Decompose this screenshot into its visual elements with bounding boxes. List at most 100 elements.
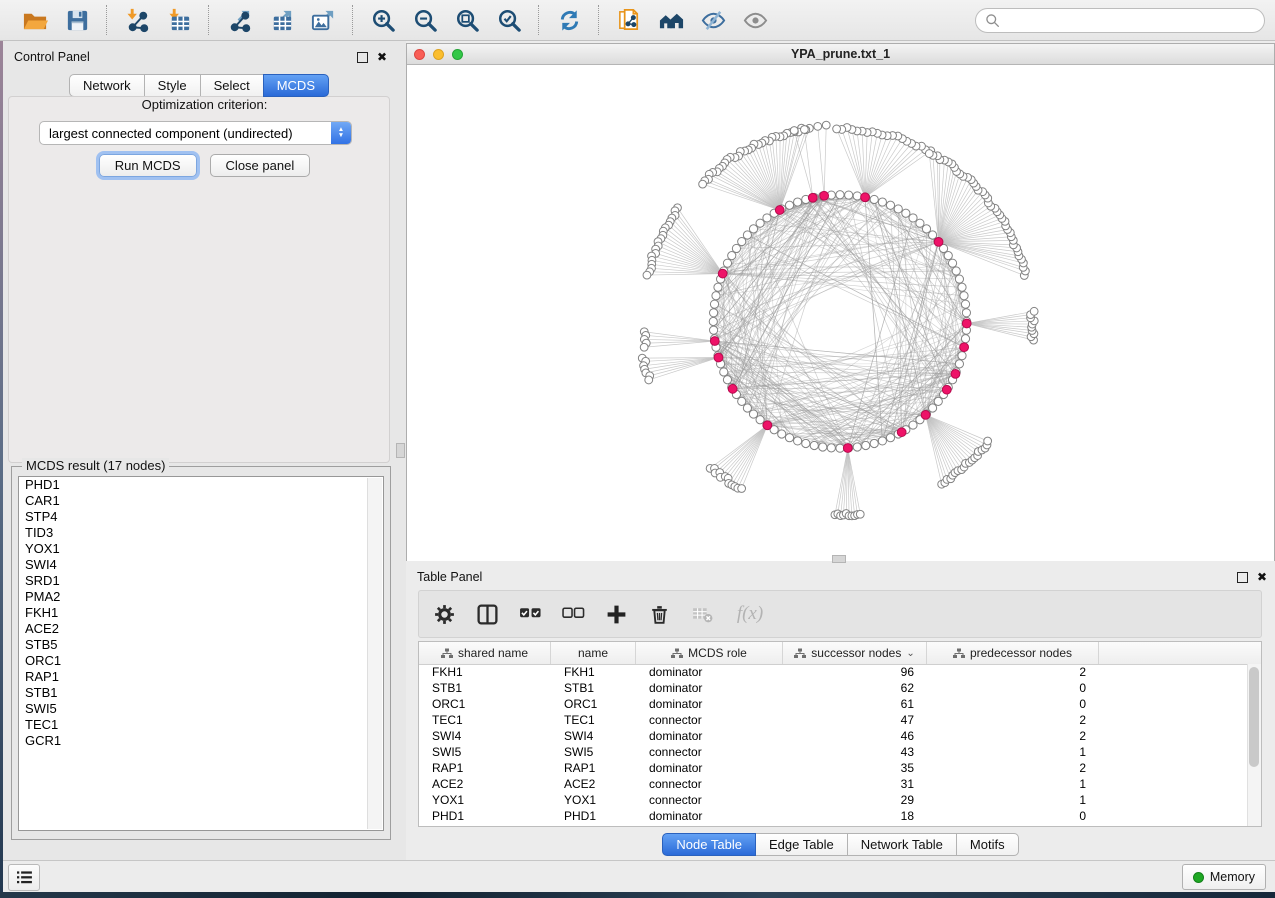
select-all-icon[interactable]	[517, 601, 543, 627]
network-window-title: YPA_prune.txt_1	[407, 47, 1274, 61]
mcds-result-item[interactable]: PMA2	[19, 589, 383, 605]
column-header-MCDS-role[interactable]: MCDS role	[636, 642, 783, 664]
tab-edge-table[interactable]: Edge Table	[755, 833, 848, 856]
column-header-predecessor-nodes[interactable]: predecessor nodes	[927, 642, 1099, 664]
float-icon[interactable]	[357, 52, 368, 63]
node-table-header: shared namenameMCDS rolesuccessor nodes⌄…	[419, 642, 1261, 665]
task-list-icon	[16, 870, 33, 885]
search-input[interactable]	[1006, 12, 1255, 29]
run-mcds-button[interactable]: Run MCDS	[99, 154, 197, 177]
hide-selected-icon[interactable]	[698, 5, 728, 35]
mcds-result-item[interactable]: SWI4	[19, 557, 383, 573]
sort-desc-icon: ⌄	[906, 648, 914, 659]
zoom-out-icon[interactable]	[410, 5, 440, 35]
close-icon[interactable]: ✖	[1257, 572, 1267, 582]
table-cell: TEC1	[551, 713, 636, 729]
column-header-successor-nodes[interactable]: successor nodes⌄	[783, 642, 927, 664]
mcds-result-item[interactable]: PHD1	[19, 477, 383, 493]
add-icon[interactable]	[603, 601, 629, 627]
close-icon[interactable]: ✖	[377, 52, 387, 62]
table-row[interactable]: STB1STB1dominator620	[419, 681, 1261, 697]
list-scrollbar[interactable]	[367, 478, 382, 829]
table-row[interactable]: PHD1PHD1dominator180	[419, 809, 1261, 825]
import-network-icon[interactable]	[122, 5, 152, 35]
mcds-result-item[interactable]: STB5	[19, 637, 383, 653]
apply-layout-icon[interactable]	[554, 5, 584, 35]
save-session-icon[interactable]	[62, 5, 92, 35]
table-row[interactable]: ORC1ORC1dominator610	[419, 697, 1261, 713]
tab-mcds[interactable]: MCDS	[263, 74, 329, 97]
search-box[interactable]	[975, 8, 1265, 33]
mcds-result-item[interactable]: STB1	[19, 685, 383, 701]
column-header-shared-name[interactable]: shared name	[419, 642, 551, 664]
control-panel-header: Control Panel ✖	[3, 47, 395, 67]
table-row[interactable]: RAP1RAP1dominator352	[419, 761, 1261, 777]
memory-button[interactable]: Memory	[1182, 864, 1266, 890]
mcds-result-item[interactable]: TEC1	[19, 717, 383, 733]
mcds-result-item[interactable]: RAP1	[19, 669, 383, 685]
mcds-result-item[interactable]: SWI5	[19, 701, 383, 717]
mcds-result-item[interactable]: SRD1	[19, 573, 383, 589]
show-all-icon[interactable]	[740, 5, 770, 35]
tab-style[interactable]: Style	[144, 74, 201, 97]
export-table-icon[interactable]	[266, 5, 296, 35]
toolbar-group	[10, 5, 102, 35]
deselect-all-icon[interactable]	[560, 601, 586, 627]
mcds-result-item[interactable]: STP4	[19, 509, 383, 525]
node-table[interactable]: shared namenameMCDS rolesuccessor nodes⌄…	[418, 641, 1262, 827]
table-cell: 61	[783, 697, 927, 713]
table-row[interactable]: TEC1TEC1connector472	[419, 713, 1261, 729]
mcds-result-list[interactable]: PHD1CAR1STP4TID3YOX1SWI4SRD1PMA2FKH1ACE2…	[18, 476, 384, 831]
mcds-result-item[interactable]: YOX1	[19, 541, 383, 557]
table-row[interactable]: FKH1FKH1dominator962	[419, 665, 1261, 681]
zoom-in-icon[interactable]	[368, 5, 398, 35]
table-row[interactable]: YOX1YOX1connector291	[419, 793, 1261, 809]
table-cell: 1	[927, 745, 1099, 761]
mcds-tab-content	[8, 96, 390, 463]
mcds-result-item[interactable]: GCR1	[19, 733, 383, 749]
table-scrollbar[interactable]	[1247, 664, 1261, 827]
delete-table-icon	[689, 601, 715, 627]
first-neighbors-icon[interactable]	[656, 5, 686, 35]
task-history-button[interactable]	[8, 864, 40, 891]
memory-status-icon	[1193, 872, 1204, 883]
zoom-selected-icon[interactable]	[494, 5, 524, 35]
export-network-icon[interactable]	[224, 5, 254, 35]
mcds-result-item[interactable]: ORC1	[19, 653, 383, 669]
column-type-icon	[441, 648, 453, 659]
open-folder-icon[interactable]	[20, 5, 50, 35]
column-header-name[interactable]: name	[551, 642, 636, 664]
export-image-icon[interactable]	[308, 5, 338, 35]
network-document-icon[interactable]	[614, 5, 644, 35]
network-window-titlebar[interactable]: YPA_prune.txt_1	[407, 44, 1274, 65]
table-scrollbar-thumb[interactable]	[1249, 667, 1259, 767]
delete-icon[interactable]	[646, 601, 672, 627]
table-cell: SWI5	[419, 745, 551, 761]
network-view-window: YPA_prune.txt_1	[406, 43, 1275, 561]
panel-divider-handle[interactable]	[396, 443, 405, 458]
tab-select[interactable]: Select	[200, 74, 264, 97]
tab-motifs[interactable]: Motifs	[956, 833, 1019, 856]
tab-node-table[interactable]: Node Table	[662, 833, 756, 856]
table-cell: 96	[783, 665, 927, 681]
optimization-criterion-select[interactable]: largest connected component (undirected)…	[39, 121, 352, 145]
table-row[interactable]: ACE2ACE2connector311	[419, 777, 1261, 793]
table-row[interactable]: SWI5SWI5connector431	[419, 745, 1261, 761]
gear-icon[interactable]	[431, 601, 457, 627]
show-column-icon[interactable]	[474, 601, 500, 627]
mcds-result-item[interactable]: TID3	[19, 525, 383, 541]
network-divider-handle[interactable]	[832, 555, 846, 563]
float-icon[interactable]	[1237, 572, 1248, 583]
table-cell: 1	[927, 793, 1099, 809]
network-graph-canvas[interactable]	[407, 65, 1274, 561]
mcds-result-item[interactable]: ACE2	[19, 621, 383, 637]
table-row[interactable]: SWI4SWI4dominator462	[419, 729, 1261, 745]
mcds-result-item[interactable]: CAR1	[19, 493, 383, 509]
close-panel-button[interactable]: Close panel	[210, 154, 311, 177]
tab-network-table[interactable]: Network Table	[847, 833, 957, 856]
import-table-icon[interactable]	[164, 5, 194, 35]
mcds-result-item[interactable]: FKH1	[19, 605, 383, 621]
table-cell: TEC1	[419, 713, 551, 729]
tab-network[interactable]: Network	[69, 74, 145, 97]
zoom-fit-icon[interactable]	[452, 5, 482, 35]
